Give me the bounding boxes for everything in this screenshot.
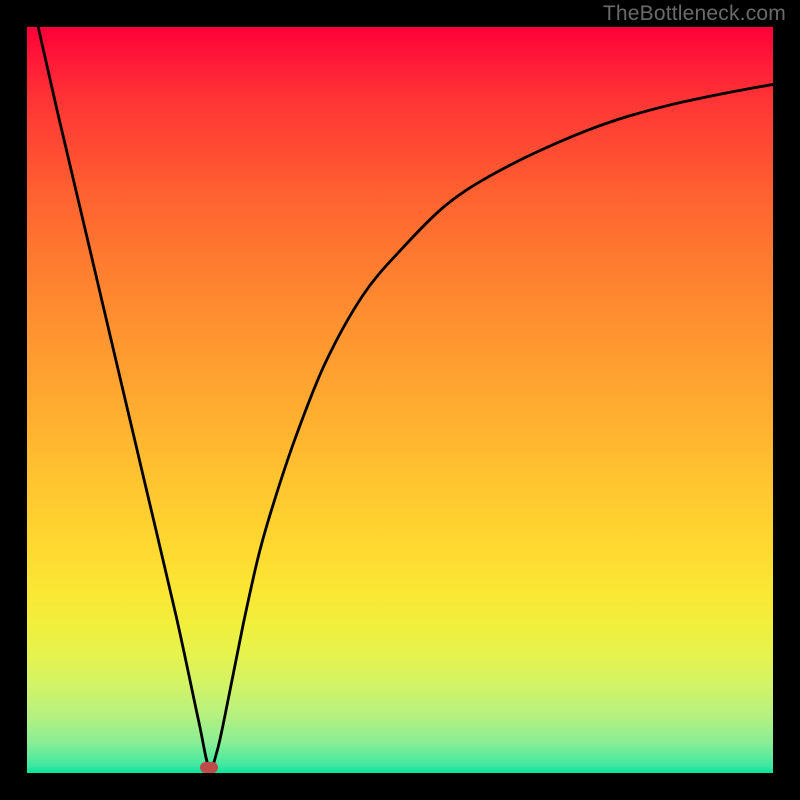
plot-area xyxy=(27,27,773,773)
watermark-text: TheBottleneck.com xyxy=(603,2,786,26)
bottleneck-curve xyxy=(38,27,773,768)
chart-frame: TheBottleneck.com xyxy=(0,0,800,800)
minimum-marker xyxy=(200,762,218,773)
curve-svg xyxy=(27,27,773,773)
